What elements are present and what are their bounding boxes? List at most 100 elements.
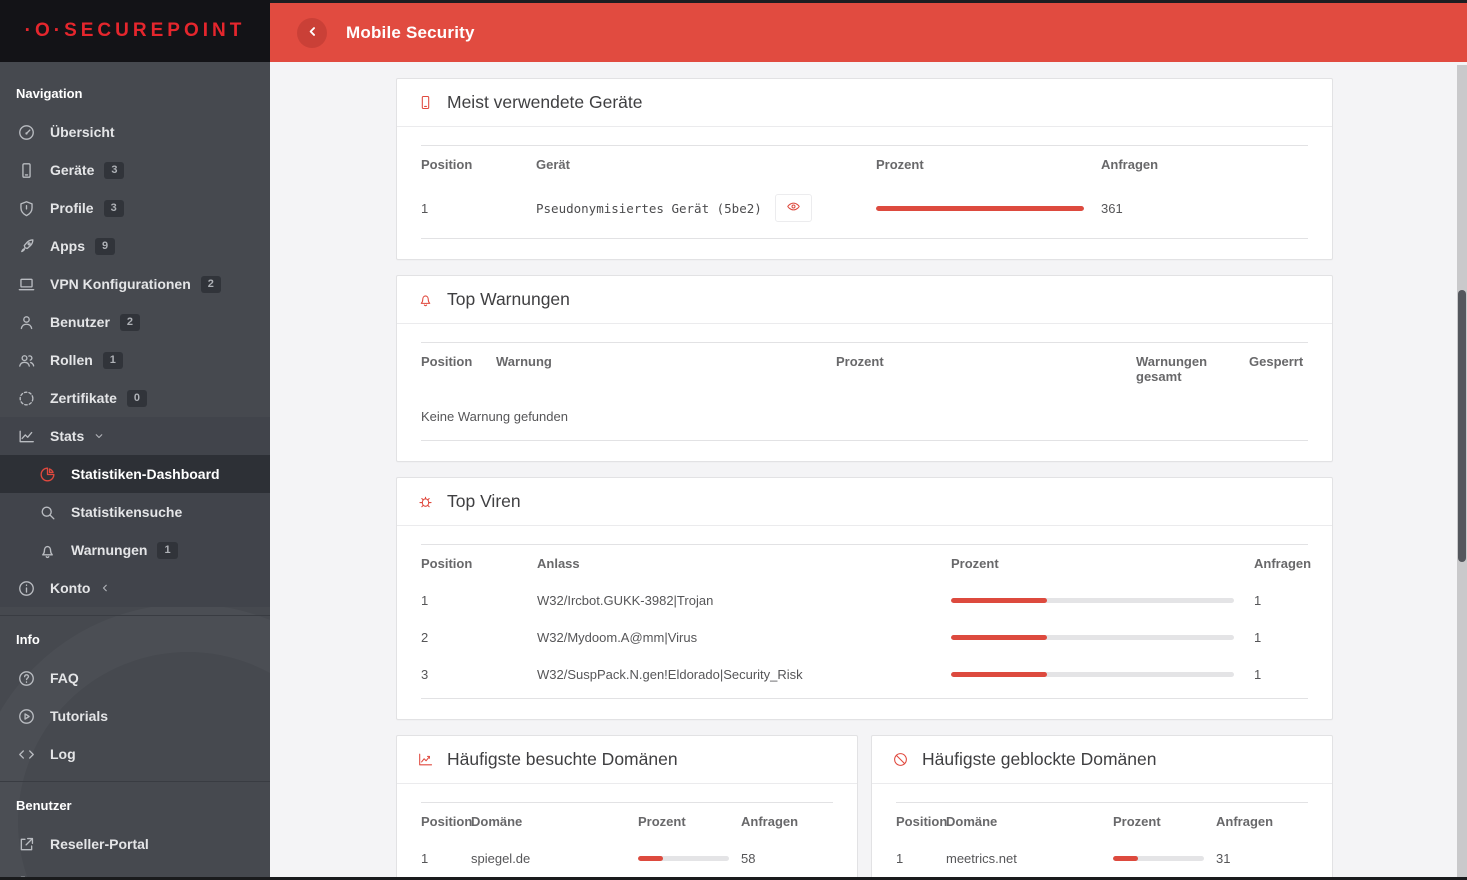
sidebar-item-statistikensuche[interactable]: Statistikensuche — [0, 493, 270, 531]
row-label: spiegel.de — [471, 851, 531, 866]
card-table: Position Anlass Prozent Anfragen 1 W32/Ircbot… — [421, 544, 1311, 699]
column-header: Anlass — [537, 544, 951, 582]
laptop-icon — [17, 275, 36, 294]
sidebar-item-warnungen[interactable]: Warnungen 1 — [0, 531, 270, 569]
device-name: Pseudonymisiertes Gerät (5be2) — [536, 200, 762, 216]
progress-track — [951, 635, 1234, 640]
scrollbar-thumb[interactable] — [1458, 290, 1466, 562]
sidebar-item-label: Rollen — [50, 352, 93, 368]
sidebar-item-statistiken-dashboard[interactable]: Statistiken-Dashboard — [0, 455, 270, 493]
column-header: Position — [421, 544, 537, 582]
card-title: Häufigste geblockte Domänen — [922, 749, 1157, 769]
bell-icon — [417, 291, 434, 308]
cell-percent — [876, 183, 1101, 239]
column-header: Prozent — [1113, 802, 1216, 840]
card-title: Top Viren — [447, 491, 521, 511]
topbar: Mobile Security — [270, 0, 1467, 62]
cards-container: Meist verwendete Geräte Position Gerät Proz… — [396, 78, 1333, 880]
row-label: meetrics.net — [946, 851, 1017, 866]
cell-value: 31 — [1216, 851, 1231, 866]
sidebar-item-profile[interactable]: Profile 3 — [0, 189, 270, 227]
table-row: 1 Pseudonymisiertes Gerät (5be2) 361 — [421, 183, 1308, 239]
info-icon — [17, 579, 36, 598]
column-header: Warnung — [496, 342, 836, 395]
cell-label: W32/Mydoom.A@mm|Virus — [537, 619, 951, 656]
back-button[interactable] — [297, 17, 327, 48]
card-table: Position Domäne Prozent Anfragen 1 spiegel.de… — [421, 802, 833, 880]
cell-label: meetrics.net — [946, 840, 1113, 877]
table-row: 1 spiegel.de 58 — [421, 840, 833, 877]
section-label: Benutzer — [16, 798, 72, 813]
progress-fill — [951, 598, 1048, 603]
card-body: Position Gerät Prozent Anfragen 1 Pseudonymis… — [397, 127, 1332, 259]
sidebar-section: BenutzerReseller-PortalAbmelden — [0, 781, 270, 880]
sidebar-item-konto[interactable]: Konto — [0, 569, 270, 607]
logo-bar: ·O·SECUREPOINT — [0, 0, 270, 62]
cell-value: 1 — [1254, 656, 1308, 699]
card-table: Position Gerät Prozent Anfragen 1 Pseudonymis… — [421, 145, 1308, 239]
card-haeufigste-besuchte-domaenen: Häufigste besuchte Domänen Position Domäne… — [396, 735, 858, 880]
column-header: Prozent — [836, 342, 1136, 395]
chart-icon — [17, 427, 36, 446]
table-row: 1 meetrics.net 31 — [896, 840, 1308, 877]
search-icon — [38, 503, 57, 522]
count-badge: 3 — [103, 199, 124, 217]
rocket-icon — [17, 237, 36, 256]
table-row: 1 W32/Ircbot.GUKK-3982|Trojan 1 — [421, 582, 1308, 619]
sidebar-item-apps[interactable]: Apps 9 — [0, 227, 270, 265]
cell-position: 1 — [421, 593, 429, 608]
column-header: Prozent — [638, 802, 741, 840]
view-device-button[interactable] — [774, 194, 812, 222]
cell-percent — [951, 619, 1254, 656]
chevron-left-icon — [99, 582, 111, 594]
column-header: Gerät — [536, 145, 876, 183]
cell-position: 1 — [421, 183, 536, 239]
sidebar-item-rollen[interactable]: Rollen 1 — [0, 341, 270, 379]
sidebar-item-tutorials[interactable]: Tutorials — [0, 697, 270, 735]
cell-percent — [1113, 840, 1216, 877]
sidebar-item-benutzer[interactable]: Benutzer 2 — [0, 303, 270, 341]
sidebar-item-vpn-konfigurationen[interactable]: VPN Konfigurationen 2 — [0, 265, 270, 303]
card-table: Position Domäne Prozent Anfragen 1 meetrics.n… — [896, 802, 1308, 880]
row-label: W32/Ircbot.GUKK-3982|Trojan — [537, 593, 714, 608]
row-label: W32/SuspPack.N.gen!Eldorado|Security_Ris… — [537, 667, 803, 682]
column-header: Domäne — [946, 802, 1113, 840]
sidebar-item-log[interactable]: Log — [0, 735, 270, 773]
sidebar-item-stats[interactable]: Stats — [0, 417, 270, 455]
sidebar-item-zertifikate[interactable]: Zertifikate 0 — [0, 379, 270, 417]
card-header: Häufigste besuchte Domänen — [397, 736, 857, 784]
progress-track — [876, 205, 1084, 211]
sidebar-item-reseller-portal[interactable]: Reseller-Portal — [0, 825, 270, 863]
column-header: Prozent — [951, 544, 1254, 582]
chevron-left-icon — [305, 24, 320, 42]
table-row: 2 W32/Mydoom.A@mm|Virus 1 — [421, 619, 1308, 656]
sidebar-item-label: Profile — [50, 200, 94, 216]
sidebar-item-label: FAQ — [50, 670, 79, 686]
column-header: Anfragen — [1101, 145, 1308, 183]
sidebar-item-geraete[interactable]: Geräte 3 — [0, 151, 270, 189]
main-area: Mobile Security Meist verwendete Geräte P… — [270, 0, 1467, 880]
user-icon — [17, 313, 36, 332]
sidebar-item-faq[interactable]: FAQ — [0, 659, 270, 697]
column-header: Position — [421, 802, 472, 840]
eye-icon — [786, 199, 801, 217]
sidebar-item-label: Stats — [50, 428, 85, 444]
progress-track — [951, 598, 1234, 603]
sidebar-item-uebersicht[interactable]: Übersicht — [0, 113, 270, 151]
column-header: Gesperrt — [1249, 342, 1308, 395]
cell-value: 1 — [1254, 593, 1262, 608]
empty-message: Keine Warnung gefunden — [421, 395, 1308, 441]
card-top-viren: Top Viren Position Anlass Prozent Anfragen 1 W… — [396, 477, 1333, 720]
sidebar-item-label: Statistiken-Dashboard — [71, 466, 220, 482]
count-badge: 2 — [200, 275, 221, 293]
row-label: W32/Mydoom.A@mm|Virus — [537, 630, 698, 645]
cell-value: 1 — [1254, 630, 1262, 645]
progress-track — [951, 672, 1234, 677]
shield-icon — [17, 199, 36, 218]
empty-row: Keine Warnung gefunden — [421, 395, 1308, 441]
app-root: ·O·SECUREPOINT Navigation Übersicht Geräte… — [0, 0, 1467, 880]
sidebar-item-label: VPN Konfigurationen — [50, 276, 191, 292]
card-body: Position Domäne Prozent Anfragen 1 spiegel.de… — [397, 784, 857, 880]
scrollbar-track[interactable] — [1457, 65, 1467, 880]
users-icon — [17, 351, 36, 370]
